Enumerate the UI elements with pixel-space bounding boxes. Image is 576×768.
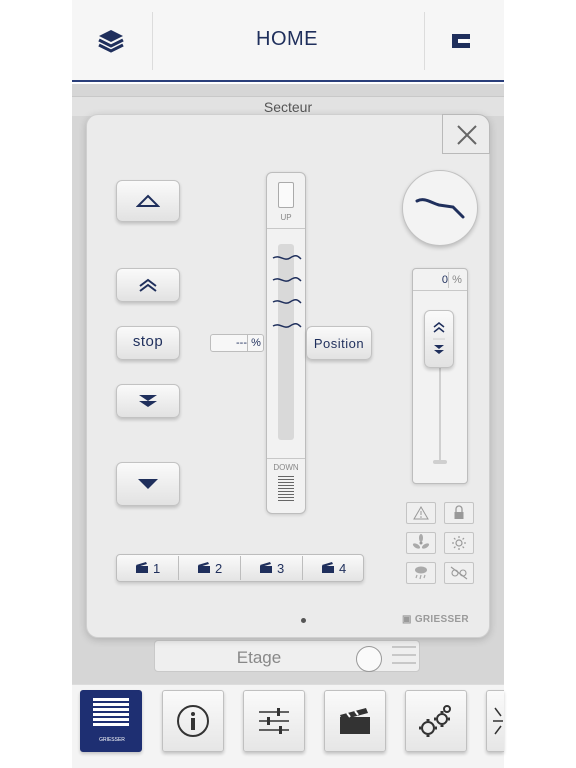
triangle-up-outline-icon — [136, 194, 160, 207]
position-button[interactable]: Position — [306, 326, 372, 360]
position-value: --- — [236, 337, 247, 349]
rain-status — [406, 562, 436, 584]
scene-button-1[interactable]: 1 — [117, 555, 179, 581]
scene-button-4[interactable]: 4 — [303, 555, 365, 581]
position-unit: % — [251, 337, 261, 349]
secteur-label[interactable]: Secteur — [72, 96, 504, 116]
scene-label: 3 — [277, 561, 285, 576]
grip-icon[interactable] — [278, 476, 294, 502]
tilt-indicator[interactable] — [402, 170, 478, 246]
nav-system-button[interactable] — [405, 690, 467, 752]
slat-angle-icon — [415, 198, 465, 219]
down-label: DOWN — [273, 463, 299, 472]
info-icon — [177, 705, 209, 737]
double-chevron-up-icon — [139, 278, 157, 292]
nav-more-button[interactable] — [486, 690, 504, 752]
logo-button[interactable] — [448, 30, 476, 54]
lock-status — [444, 502, 474, 524]
nav-info-button[interactable] — [162, 690, 224, 752]
scene-label: 4 — [339, 561, 347, 576]
scene-button-2[interactable]: 2 — [179, 555, 241, 581]
rain-icon — [415, 566, 427, 580]
frost-status — [444, 562, 474, 584]
frost-icon — [450, 566, 468, 580]
down-step-button[interactable] — [116, 462, 180, 506]
tilt-readout: 0 % — [412, 270, 468, 290]
tilt-track-line — [439, 368, 441, 460]
wind-icon — [412, 534, 430, 549]
stop-button[interactable]: stop — [116, 326, 180, 360]
tilt-unit: % — [452, 274, 462, 286]
top-bar-divider — [424, 12, 425, 70]
blinds-icon — [93, 698, 129, 726]
clapper-icon — [260, 562, 272, 573]
down-full-button[interactable] — [116, 384, 180, 418]
etage-toggle[interactable] — [356, 646, 382, 672]
clapper-icon — [198, 562, 210, 573]
tilt-slider-thumb[interactable] — [424, 310, 454, 368]
double-arrow-updown-icon — [433, 322, 445, 354]
layers-icon — [98, 30, 124, 53]
lock-icon — [454, 505, 464, 519]
up-step-button[interactable] — [116, 180, 180, 222]
up-indicator — [278, 182, 294, 208]
readout-divider — [448, 272, 449, 288]
layers-button[interactable] — [96, 28, 130, 56]
warning-status — [406, 502, 436, 524]
brand-mark-icon: ▣ — [402, 614, 415, 625]
more-icon — [492, 707, 503, 735]
clapper-icon — [322, 562, 334, 573]
scene-button-3[interactable]: 3 — [241, 555, 303, 581]
etage-label: Etage — [236, 648, 282, 667]
nav-brand-label: GRIESSER — [99, 737, 125, 743]
nav-scenes-button[interactable] — [324, 690, 386, 752]
page-title: HOME — [256, 28, 318, 50]
slider-divider — [267, 228, 305, 229]
position-readout: --- % — [210, 334, 264, 352]
close-button[interactable] — [442, 114, 490, 154]
griesser-e-icon — [452, 34, 470, 48]
tilt-divider — [413, 290, 467, 291]
scene-label: 1 — [153, 561, 161, 576]
up-label: UP — [280, 213, 292, 222]
wind-status — [406, 532, 436, 554]
nav-settings-button[interactable] — [243, 690, 305, 752]
slats-icon — [270, 250, 304, 336]
sun-icon — [452, 536, 466, 550]
clapper-icon — [340, 708, 370, 734]
clapper-icon — [136, 562, 148, 573]
etage-menu-icon[interactable] — [392, 646, 416, 672]
sliders-icon — [259, 708, 289, 734]
tilt-track-end — [433, 460, 447, 464]
nav-blinds-button[interactable]: GRIESSER — [80, 690, 142, 752]
gears-icon — [419, 705, 451, 737]
scene-label: 2 — [215, 561, 223, 576]
slider-divider — [267, 458, 305, 459]
tilt-value: 0 — [441, 274, 448, 286]
up-full-button[interactable] — [116, 268, 180, 302]
sun-status — [444, 532, 474, 554]
close-icon — [457, 125, 477, 145]
triangle-down-icon — [138, 479, 158, 489]
double-chevron-down-icon — [139, 395, 157, 407]
readout-divider — [247, 335, 248, 351]
page-indicator — [301, 618, 306, 623]
brand-logo: ▣ GRIESSER — [402, 614, 469, 625]
warning-icon — [413, 506, 429, 520]
